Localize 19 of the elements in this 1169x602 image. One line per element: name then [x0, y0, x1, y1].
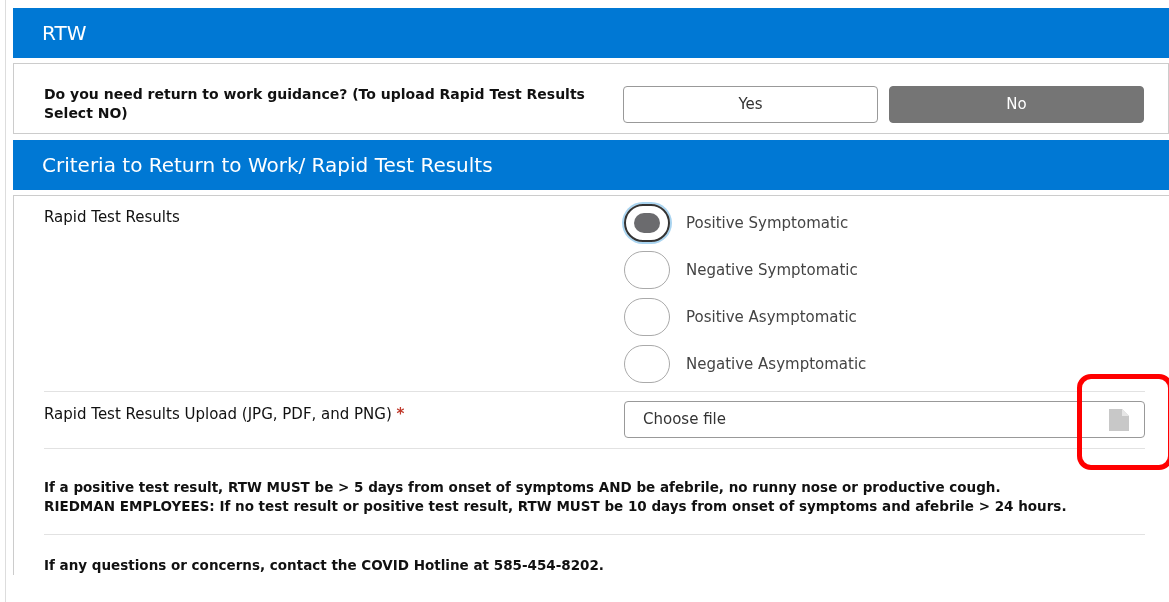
choice-button[interactable]: Yes: [623, 86, 878, 123]
note-text: RIEDMAN EMPLOYEES: If no test result or positive test result, RTW MUST be 10 days from onset of symptoms and afebrile > 24 hours.: [44, 497, 1068, 516]
note-text: If a positive test result, RTW MUST be > 5 days from onset of symptoms AND be afebrile, no runny nose or productive cough.: [44, 478, 1002, 497]
document-icon: [1109, 408, 1129, 431]
file-field[interactable]: Choose file: [624, 401, 1145, 438]
radio-label: Positive Symptomatic: [686, 212, 849, 234]
field-label: Rapid Test Results: [44, 207, 181, 228]
radio-label: Negative Asymptomatic: [686, 353, 867, 375]
radio-label: Positive Asymptomatic: [686, 306, 857, 328]
field-label: Rapid Test Results Upload (JPG, PDF, and PNG) *: [44, 404, 406, 425]
question-label: Do you need return to work guidance? (To upload Rapid Test Results Select NO): [44, 84, 586, 123]
radio-button[interactable]: [624, 204, 670, 242]
section-title: Criteria to Return to Work/ Rapid Test Results: [42, 152, 493, 179]
required-mark: *: [396, 405, 405, 423]
note-text: If any questions or concerns, contact the COVID Hotline at 585-454-8202.: [44, 556, 605, 575]
file-placeholder: Choose file: [643, 409, 727, 431]
radio-label: Negative Symptomatic: [686, 259, 858, 281]
section-title: RTW: [42, 20, 87, 47]
choice-button[interactable]: No: [889, 86, 1144, 123]
